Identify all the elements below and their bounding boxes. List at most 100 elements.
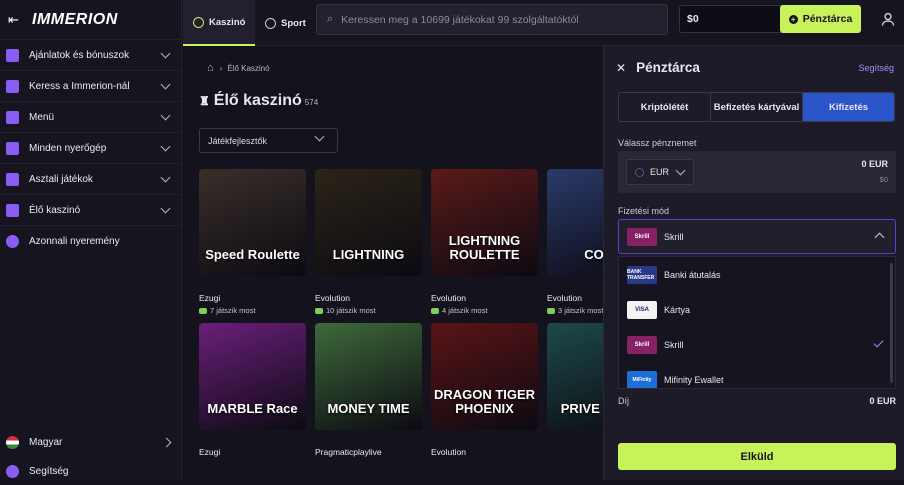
game-thumbnail[interactable]: COIN bbox=[547, 169, 603, 276]
sidebar-item-label: Élő kaszinó bbox=[29, 204, 81, 216]
game-provider: Evolution bbox=[431, 447, 466, 457]
game-card[interactable]: MARBLE Race Ezugi bbox=[199, 323, 306, 457]
search-icon: ⌕ bbox=[327, 13, 334, 25]
tab-sport[interactable]: Sport bbox=[255, 0, 316, 46]
game-card[interactable]: Speed Roulette Ezugi 7 játszik most bbox=[199, 169, 306, 315]
game-thumbnail[interactable]: Speed Roulette bbox=[199, 169, 306, 276]
game-thumbnail[interactable]: LIGHTNING bbox=[315, 169, 422, 276]
currency-value: EUR bbox=[650, 167, 670, 177]
sidebar-item-label: Keress a Immerion-nál bbox=[29, 80, 130, 92]
sidebar-header: ⇤ IMMERION bbox=[0, 0, 181, 40]
payment-method-dropdown: BANK TRANSFER Banki átutalás VISA Kártya S… bbox=[618, 256, 896, 389]
game-provider: Evolution bbox=[315, 293, 350, 303]
game-card[interactable]: DRAGON TIGER PHOENIX Evolution bbox=[431, 323, 538, 457]
cashier-button[interactable]: + Pénztárca bbox=[780, 5, 861, 33]
search-input[interactable]: ⌕ Keressen meg a 10699 játékokat 99 szolg… bbox=[316, 4, 668, 35]
chevron-down-icon bbox=[160, 79, 171, 89]
game-count: 574 bbox=[304, 98, 319, 107]
help-label: Segítség bbox=[29, 465, 69, 477]
collapse-sidebar-icon[interactable]: ⇤ bbox=[8, 12, 22, 27]
sidebar-item-table-games[interactable]: Asztali játékok bbox=[0, 164, 181, 195]
sidebar-item-instant-win[interactable]: Azonnali nyeremény bbox=[0, 226, 181, 257]
sidebar-item-search[interactable]: Keress a Immerion-nál bbox=[0, 71, 181, 102]
game-title: LIGHTNING bbox=[332, 247, 405, 262]
sidebar-item-menu[interactable]: Menü bbox=[0, 102, 181, 133]
chevron-right-icon bbox=[161, 437, 172, 447]
players-text: 3 játszik most bbox=[558, 306, 603, 315]
balance-value: $0 bbox=[687, 13, 699, 25]
payment-method-select[interactable]: Skrill Skrill bbox=[618, 219, 896, 254]
game-title: COIN bbox=[584, 247, 603, 262]
selected-method: Skrill bbox=[664, 231, 684, 242]
sidebar-item-label: Ajánlatok és bónuszok bbox=[29, 49, 130, 61]
coins-icon bbox=[6, 79, 19, 93]
game-thumbnail[interactable]: DRAGON TIGER PHOENIX bbox=[431, 323, 538, 430]
players-count: 10 játszik most bbox=[315, 306, 422, 315]
chevron-down-icon bbox=[160, 141, 171, 151]
close-icon[interactable]: ✕ bbox=[616, 61, 626, 75]
players-count: 4 játszik most bbox=[431, 306, 538, 315]
method-option-card[interactable]: VISA Kártya bbox=[619, 292, 895, 327]
cashier-label: Pénztárca bbox=[802, 13, 853, 25]
wallet-header: ✕ Pénztárca bbox=[616, 60, 700, 75]
mifinity-logo-text: MiFinity bbox=[632, 376, 652, 383]
live-dealer-icon: ♜ bbox=[199, 94, 210, 108]
tab-card-deposit[interactable]: Befizetés kártyával bbox=[711, 93, 803, 121]
hungary-flag-icon bbox=[6, 435, 19, 449]
tab-label: Sport bbox=[281, 17, 306, 29]
main-content: ⌂ › Élő Kaszinó ♜ Élő kaszinó 574 Játékfejle… bbox=[183, 46, 603, 480]
game-card[interactable]: PRIVE ROUL bbox=[547, 323, 603, 447]
game-thumbnail[interactable]: MARBLE Race bbox=[199, 323, 306, 430]
sidebar-item-offers[interactable]: Ajánlatok és bónuszok bbox=[0, 40, 181, 71]
method-option-bank[interactable]: BANK TRANSFER Banki átutalás bbox=[619, 257, 895, 292]
chevron-down-icon bbox=[160, 110, 171, 120]
game-provider: Pragmaticplaylive bbox=[315, 447, 382, 457]
chevron-down-icon bbox=[160, 203, 171, 213]
game-card[interactable]: LIGHTNING ROULETTE Evolution 4 játszik mos… bbox=[431, 169, 538, 315]
home-icon[interactable]: ⌂ bbox=[207, 62, 214, 74]
sidebar-item-live-casino[interactable]: Élő kaszinó bbox=[0, 195, 181, 226]
help-link[interactable]: Segítség bbox=[0, 457, 182, 485]
players-count: 3 játszik most bbox=[547, 306, 603, 315]
wallet-help-link[interactable]: Segítség bbox=[858, 63, 894, 73]
tab-crypto-deposit[interactable]: Kriptólétét bbox=[619, 93, 711, 121]
method-name: Mifinity Ewallet bbox=[664, 374, 724, 385]
submit-button[interactable]: Elküld bbox=[618, 443, 896, 470]
language-selector[interactable]: Magyar bbox=[0, 428, 182, 456]
page-title: ♜ Élő kaszinó 574 bbox=[199, 92, 318, 110]
user-icon[interactable] bbox=[881, 12, 895, 26]
method-name: Kártya bbox=[664, 304, 691, 315]
game-title: Speed Roulette bbox=[205, 247, 300, 262]
tab-casino[interactable]: Kaszinó bbox=[183, 0, 256, 46]
chevron-up-icon bbox=[874, 232, 885, 243]
breadcrumb-current[interactable]: Élő Kaszinó bbox=[227, 64, 269, 73]
tab-withdraw[interactable]: Kifizetés bbox=[803, 93, 894, 121]
game-thumbnail[interactable]: LIGHTNING ROULETTE bbox=[431, 169, 538, 276]
provider-filter-dropdown[interactable]: Játékfejlesztők bbox=[199, 128, 338, 153]
game-thumbnail[interactable]: PRIVE ROUL bbox=[547, 323, 603, 430]
game-card[interactable]: MONEY TIME Pragmaticplaylive bbox=[315, 323, 422, 457]
wallet-tabs: Kriptólétét Befizetés kártyával Kifizeté… bbox=[618, 92, 895, 122]
payment-method-label: Fizetési mód bbox=[618, 206, 670, 216]
game-card[interactable]: LIGHTNING Evolution 10 játszik most bbox=[315, 169, 422, 315]
method-option-mifinity[interactable]: MiFinity Mifinity Ewallet bbox=[619, 362, 895, 388]
brand-logo[interactable]: IMMERION bbox=[32, 11, 118, 29]
game-title: PRIVE ROUL bbox=[560, 401, 603, 416]
game-thumbnail[interactable]: MONEY TIME bbox=[315, 323, 422, 430]
provider-filter-label: Játékfejlesztők bbox=[208, 135, 268, 146]
method-name: Skrill bbox=[664, 339, 684, 350]
amount-usd: $0 bbox=[879, 175, 888, 184]
breadcrumb: ⌂ › Élő Kaszinó bbox=[207, 62, 270, 74]
grid-icon bbox=[6, 141, 19, 155]
players-count: 7 játszik most bbox=[199, 306, 306, 315]
fee-label: Díj bbox=[618, 396, 629, 406]
sidebar-item-label: Menü bbox=[29, 111, 55, 123]
game-card[interactable]: COIN Evolution 3 játszik most bbox=[547, 169, 603, 315]
method-option-skrill[interactable]: Skrill Skrill bbox=[619, 327, 895, 362]
bank-transfer-logo-icon: BANK TRANSFER bbox=[627, 265, 657, 284]
page-title-text: Élő kaszinó bbox=[213, 92, 302, 109]
dropdown-scrollbar[interactable] bbox=[890, 263, 893, 383]
sidebar-item-slots[interactable]: Minden nyerőgép bbox=[0, 133, 181, 164]
sidebar-item-label: Azonnali nyeremény bbox=[29, 236, 120, 247]
currency-select[interactable]: EUR bbox=[626, 159, 694, 185]
